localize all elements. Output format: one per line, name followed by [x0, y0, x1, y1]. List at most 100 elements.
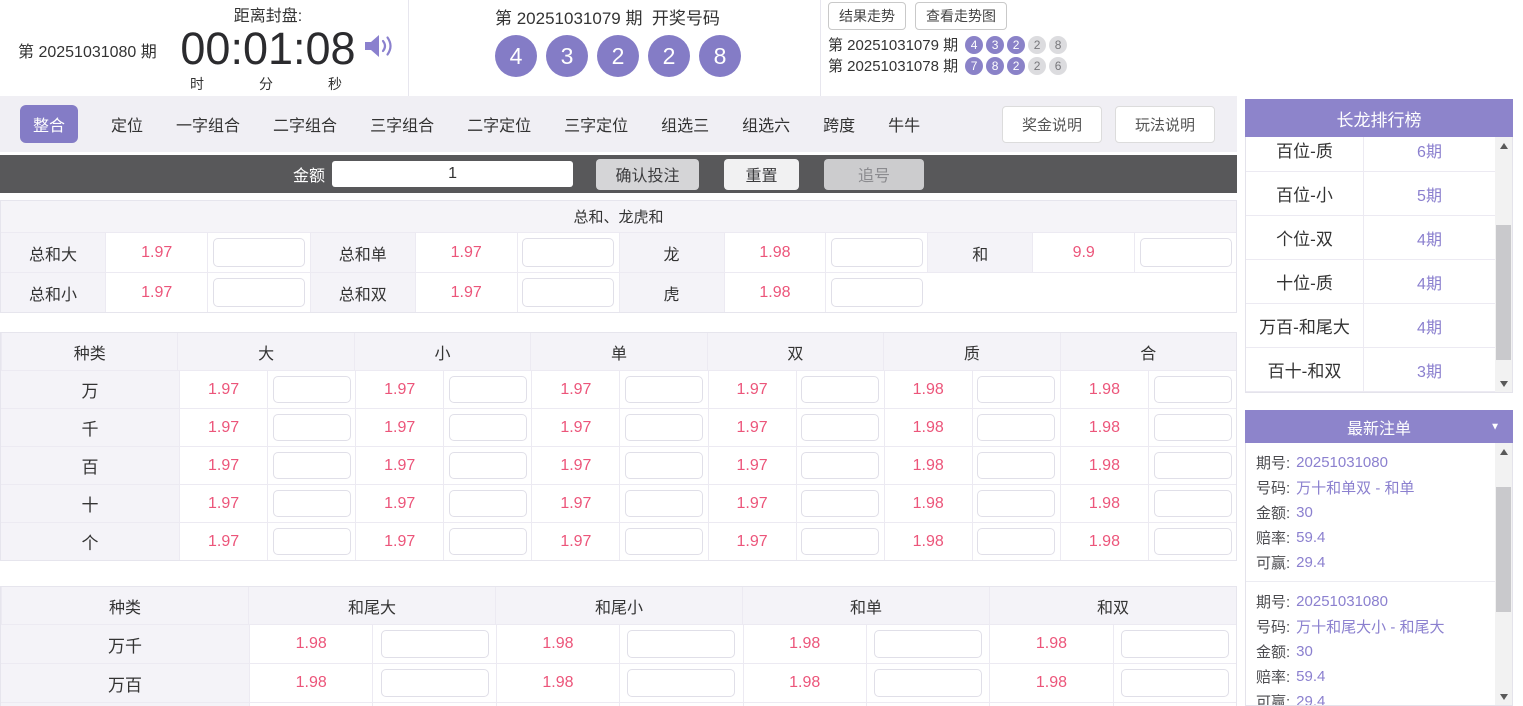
amount-input[interactable] — [332, 161, 574, 187]
scroll-down-arrow[interactable] — [1495, 688, 1512, 705]
scroll-thumb[interactable] — [1496, 487, 1511, 612]
tab[interactable]: 三字定位 — [564, 112, 628, 136]
tab[interactable]: 一字组合 — [176, 112, 240, 136]
bet-amount-input[interactable] — [213, 278, 306, 307]
bet-amount-input[interactable] — [801, 490, 880, 517]
latest-orders-title-text: 最新注单 — [1346, 420, 1411, 438]
confirm-bet-button[interactable]: 确认投注 — [596, 158, 700, 190]
scroll-up-arrow[interactable] — [1495, 443, 1512, 460]
bet-amount-input[interactable] — [380, 630, 489, 658]
bet-amount-input[interactable] — [522, 278, 615, 307]
speaker-icon[interactable] — [363, 32, 395, 65]
table-header-cell: 小 — [353, 333, 530, 370]
bet-amount-input[interactable] — [448, 376, 527, 403]
bet-amount-input[interactable] — [624, 452, 703, 479]
bet-input-cell — [208, 273, 309, 312]
bet-amount-input[interactable] — [977, 414, 1056, 441]
table-header-row: 种类 和尾大 和尾小 和单 和双 — [1, 587, 1236, 624]
bet-amount-input[interactable] — [627, 669, 736, 697]
bet-amount-input[interactable] — [522, 238, 615, 267]
bet-amount-input[interactable] — [977, 452, 1056, 479]
table-header-cell: 和双 — [989, 587, 1236, 624]
bet-amount-input[interactable] — [448, 490, 527, 517]
tab[interactable]: 定位 — [111, 112, 143, 136]
bet-amount-input[interactable] — [624, 528, 703, 555]
bet-amount-input[interactable] — [1153, 376, 1232, 403]
bet-input-cell — [973, 523, 1060, 560]
odds-value: 1.98 — [744, 625, 867, 663]
tab[interactable]: 组选六 — [742, 112, 790, 136]
bet-amount-input[interactable] — [1153, 414, 1232, 441]
bet-amount-input[interactable] — [801, 452, 880, 479]
dragon-rank-item: 十位-质 4期 — [1246, 260, 1495, 304]
bet-amount-input[interactable] — [830, 278, 923, 307]
order-field: 金额: 30 — [1256, 500, 1495, 525]
scrollbar[interactable] — [1495, 443, 1512, 705]
chase-number-button[interactable]: 追号 — [824, 158, 925, 190]
bet-amount-input[interactable] — [624, 490, 703, 517]
bet-amount-input[interactable] — [624, 376, 703, 403]
tab[interactable]: 二字定位 — [467, 112, 531, 136]
bet-amount-input[interactable] — [272, 490, 351, 517]
scrollbar[interactable] — [1495, 137, 1512, 392]
bet-amount-input[interactable] — [448, 414, 527, 441]
bet-amount-input[interactable] — [272, 414, 351, 441]
bet-amount-input[interactable] — [1139, 238, 1232, 267]
bet-amount-input[interactable] — [1153, 452, 1232, 479]
info-button[interactable]: 奖金说明 — [1001, 105, 1102, 143]
bet-amount-input[interactable] — [1153, 490, 1232, 517]
mini-ball: 3 — [986, 35, 1005, 54]
dragon-bet-name: 百位-小 — [1246, 172, 1364, 215]
odds-value: 1.97 — [356, 371, 445, 408]
bet-cell-group: 1.98 — [989, 664, 1236, 702]
bet-input-cell — [973, 409, 1060, 446]
bet-amount-input[interactable] — [380, 669, 489, 697]
order-field-value: 20251031080 — [1296, 454, 1388, 471]
bet-amount-input[interactable] — [874, 669, 983, 697]
bet-amount-input[interactable] — [213, 238, 306, 267]
bet-amount-input[interactable] — [272, 376, 351, 403]
bet-amount-input[interactable] — [624, 414, 703, 441]
bet-amount-input[interactable] — [977, 528, 1056, 555]
bet-amount-input[interactable] — [977, 490, 1056, 517]
bet-amount-input[interactable] — [1153, 528, 1232, 555]
trend-button[interactable]: 查看走势图 — [915, 2, 1007, 30]
bet-input-cell — [620, 447, 707, 484]
trend-button[interactable]: 结果走势 — [828, 2, 906, 30]
bet-amount-input[interactable] — [272, 528, 351, 555]
scroll-up-arrow[interactable] — [1495, 137, 1512, 154]
info-button[interactable]: 玩法说明 — [1114, 105, 1215, 143]
bet-amount-input[interactable] — [272, 452, 351, 479]
tab[interactable]: 三字组合 — [370, 112, 434, 136]
scroll-down-arrow[interactable] — [1495, 375, 1512, 392]
dragon-streak-count: 4期 — [1417, 319, 1442, 337]
tab[interactable]: 牛牛 — [888, 112, 920, 136]
bet-amount-input[interactable] — [801, 528, 880, 555]
tab[interactable]: 跨度 — [823, 112, 855, 136]
bet-input-cell — [268, 447, 355, 484]
bet-amount-input[interactable] — [627, 630, 736, 658]
bet-amount-input[interactable] — [977, 376, 1056, 403]
odds-value: 1.97 — [180, 447, 269, 484]
bet-amount-input[interactable] — [1120, 669, 1229, 697]
reset-button[interactable]: 重置 — [724, 158, 800, 190]
bet-cell-group: 1.98 — [1059, 409, 1236, 446]
odds-value: 1.98 — [885, 523, 973, 560]
tab[interactable]: 组选三 — [661, 112, 709, 136]
bet-cell-group: 1.97 — [707, 523, 884, 560]
scroll-thumb[interactable] — [1496, 225, 1511, 360]
bet-amount-input[interactable] — [874, 630, 983, 658]
tab[interactable]: 整合 — [20, 105, 79, 143]
bet-amount-input[interactable] — [448, 452, 527, 479]
bet-amount-input[interactable] — [1120, 630, 1229, 658]
bet-input-cell — [797, 371, 884, 408]
bet-amount-input[interactable] — [801, 376, 880, 403]
bet-amount-input[interactable] — [448, 528, 527, 555]
bet-amount-input[interactable] — [801, 414, 880, 441]
bet-amount-input[interactable] — [830, 238, 923, 267]
mini-ball: 7 — [965, 56, 984, 75]
trend-buttons: 结果走势 查看走势图 — [828, 0, 1237, 30]
collapse-caret-icon[interactable]: ▼ — [1490, 421, 1500, 432]
tab[interactable]: 二字组合 — [273, 112, 337, 136]
odds-value: 1.97 — [416, 273, 518, 312]
